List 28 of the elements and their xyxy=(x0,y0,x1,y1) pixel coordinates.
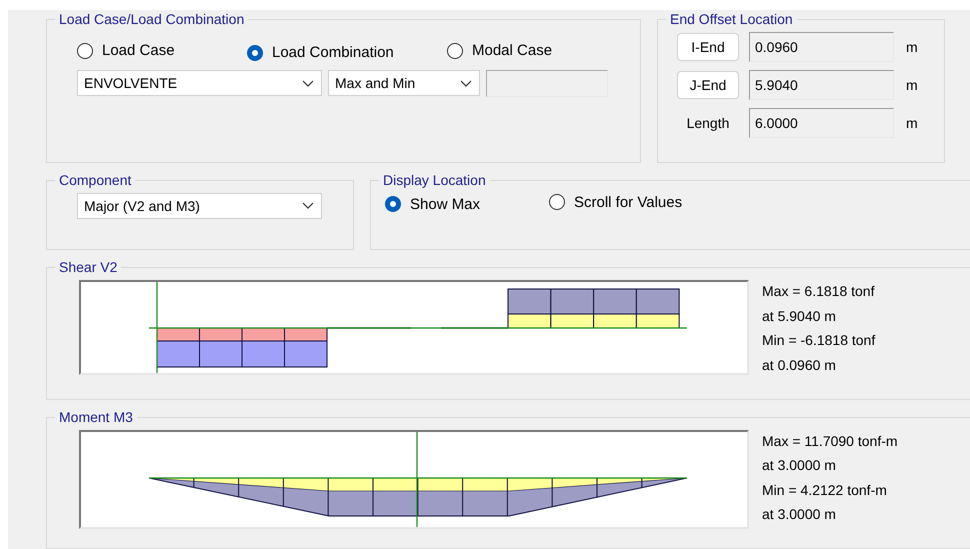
result-text: at 5.9040 m xyxy=(762,306,837,326)
unit-label: m xyxy=(906,115,918,131)
chevron-down-icon xyxy=(460,80,472,86)
dropdown[interactable]: Major (V2 and M3) xyxy=(77,192,322,219)
chevron-down-icon xyxy=(302,80,314,86)
value-field[interactable]: 0.0960 xyxy=(749,32,894,62)
unit-label: m xyxy=(906,77,918,93)
dropdown[interactable]: Max and Min xyxy=(328,70,480,96)
radio-button[interactable]: Scroll for Values xyxy=(549,194,682,211)
end-button[interactable]: I-End xyxy=(677,33,739,61)
value-field[interactable]: 5.9040 xyxy=(749,70,894,100)
result-text: at 3.0000 m xyxy=(762,456,837,476)
dropdown[interactable]: ENVOLVENTE xyxy=(77,70,322,96)
unit-label: m xyxy=(906,39,918,55)
result-text: Min = 4.2122 tonf-m xyxy=(762,480,888,500)
value-field[interactable]: 6.0000 xyxy=(749,108,894,138)
field-label: Length xyxy=(686,114,730,133)
end-button[interactable]: J-End xyxy=(677,71,739,99)
radio-button[interactable]: Show Max xyxy=(385,196,480,213)
radio-button[interactable]: Modal Case xyxy=(447,42,552,60)
result-text: at 3.0000 m xyxy=(762,505,837,524)
result-text: Max = 6.1818 tonf xyxy=(762,282,876,302)
result-text: Min = -6.1818 tonf xyxy=(762,331,876,350)
radio-button[interactable]: Load Case xyxy=(77,42,175,60)
radio-button[interactable]: Load Combination xyxy=(247,44,394,62)
chevron-down-icon xyxy=(302,202,314,210)
result-text: Max = 11.7090 tonf-m xyxy=(762,432,898,451)
result-text: at 0.0960 m xyxy=(762,356,837,375)
